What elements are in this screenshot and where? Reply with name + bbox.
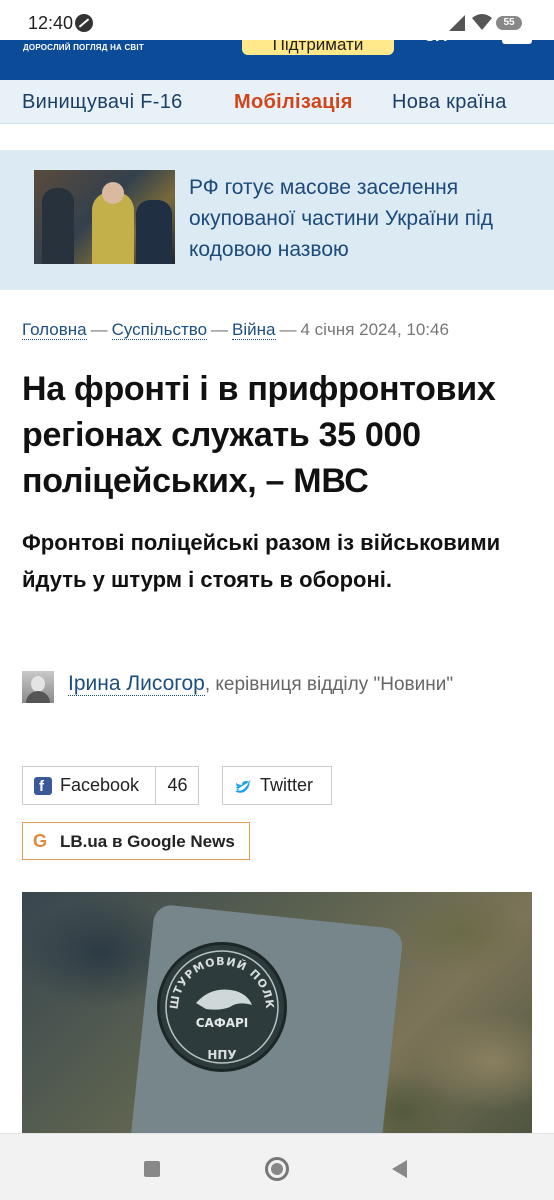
patch-bottom-text: НПУ [207, 1048, 236, 1062]
facebook-share-count: 46 [155, 767, 199, 804]
site-tagline: ДОРОСЛИЙ ПОГЛЯД НА СВІТ [23, 43, 144, 52]
author-line: Ірина Лисогор, керівниця відділу "Новини… [22, 668, 532, 700]
battery-icon: 55 [496, 16, 522, 30]
promo-link[interactable]: РФ готує масове заселення окупованої час… [189, 172, 519, 265]
breadcrumb-war[interactable]: Війна [232, 320, 276, 340]
site-header: ДОРОСЛИЙ ПОГЛЯД НА СВІТ Підтримати UA [0, 40, 554, 80]
facebook-share-button[interactable]: Facebook 46 [22, 766, 199, 805]
topics-bar: Винищувачі F-16 Мобілізація Нова країна [0, 80, 554, 124]
topic-new-country[interactable]: Нова країна [392, 91, 507, 114]
menu-icon[interactable] [502, 40, 532, 44]
article-photo[interactable]: ШТУРМОВИЙ ПОЛК САФАРІ НПУ [22, 892, 532, 1133]
dnd-icon [75, 14, 93, 32]
google-icon: G [33, 831, 48, 851]
article-headline: На фронті і в прифронтових регіонах служ… [22, 370, 496, 500]
patch-mid-text: САФАРІ [196, 1016, 249, 1030]
breadcrumb-separator: — [279, 320, 297, 339]
breadcrumb-home[interactable]: Головна [22, 320, 87, 340]
google-news-label: LB.ua в Google News [60, 832, 235, 851]
breadcrumb: Головна — Суспільство — Війна —4 січня 2024, … [22, 320, 449, 340]
facebook-icon [34, 777, 52, 795]
article-date: 4 січня 2024, 10:46 [300, 320, 449, 339]
facebook-label: Facebook [60, 775, 140, 795]
recent-apps-icon[interactable] [144, 1161, 160, 1177]
author-name-link[interactable]: Ірина Лисогор [68, 672, 205, 696]
regiment-badge: ШТУРМОВИЙ ПОЛК САФАРІ НПУ [157, 942, 287, 1072]
back-icon[interactable] [392, 1160, 407, 1178]
twitter-share-button[interactable]: Twitter [222, 766, 332, 805]
twitter-icon [235, 780, 251, 793]
signal-icon [449, 15, 465, 31]
google-news-button[interactable]: G LB.ua в Google News [22, 822, 250, 860]
author-role: , керівниця відділу "Новини" [204, 674, 454, 695]
breadcrumb-separator: — [90, 320, 108, 339]
language-switch[interactable]: UA [424, 40, 447, 46]
twitter-label: Twitter [260, 775, 314, 795]
breadcrumb-separator: — [211, 320, 229, 339]
support-button[interactable]: Підтримати [242, 40, 394, 55]
wifi-icon [472, 14, 492, 30]
topic-f16[interactable]: Винищувачі F-16 [22, 91, 183, 114]
home-icon[interactable] [265, 1157, 289, 1181]
promo-image[interactable] [34, 170, 175, 264]
topic-mobilization[interactable]: Мобілізація [234, 91, 353, 114]
article-lead: Фронтові поліцейські разом із військовим… [22, 530, 501, 592]
status-time: 12:40 [28, 13, 74, 33]
system-nav-bar [0, 1133, 554, 1200]
breadcrumb-society[interactable]: Суспільство [111, 320, 208, 340]
